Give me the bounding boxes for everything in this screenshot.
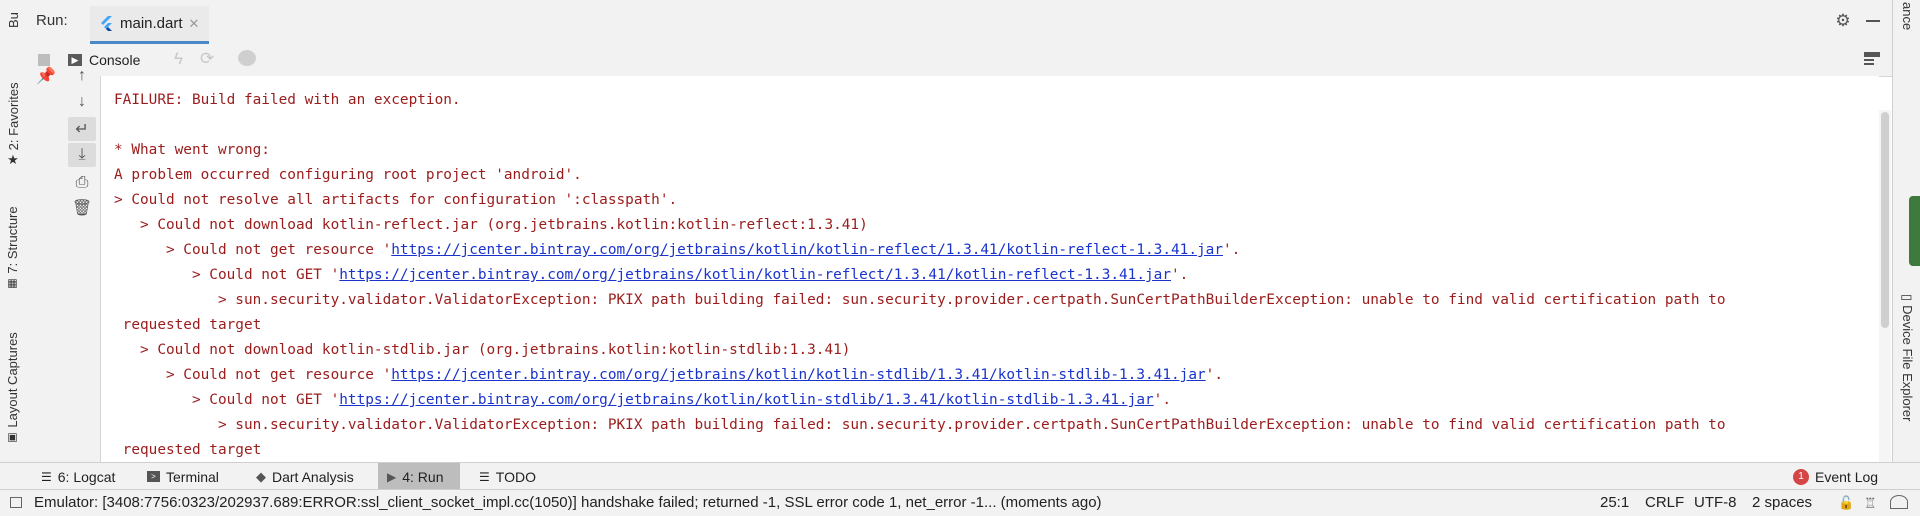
console-line-prefix: > Could not GET '	[114, 392, 340, 408]
console-line: > sun.security.validator.ValidatorExcept…	[114, 417, 1726, 433]
structure-label: 7: Structure	[5, 206, 20, 274]
bottom-tool-bar: ☰ 6: Logcat > Terminal ◆ Dart Analysis ▶…	[0, 462, 1920, 490]
terminal-label: Terminal	[166, 468, 219, 485]
print-icon[interactable]: ⎙	[68, 171, 96, 195]
console-link[interactable]: https://jcenter.bintray.com/org/jetbrain…	[391, 242, 1223, 258]
logcat-tab[interactable]: ☰ 6: Logcat	[32, 463, 124, 490]
event-log-tab[interactable]: 1 Event Log	[1784, 463, 1887, 490]
terminal-icon: >	[147, 471, 160, 482]
right-top-label: ance	[1900, 2, 1915, 31]
favorites-tool-tab[interactable]: ★ 2: Favorites	[5, 82, 21, 168]
run-tool-tab[interactable]: ▶ 4: Run	[378, 463, 460, 490]
console-link[interactable]: https://jcenter.bintray.com/org/jetbrain…	[339, 267, 1171, 283]
right-top-tool-tab[interactable]: ance	[1900, 2, 1915, 30]
console-output[interactable]: FAILURE: Build failed with an exception.…	[101, 76, 1879, 462]
indent-setting[interactable]: 2 spaces	[1752, 494, 1812, 511]
todo-label: TODO	[495, 468, 536, 485]
device-file-explorer-label: Device File Explorer	[1900, 305, 1915, 422]
console-line: > Could not GET 'https://jcenter.bintray…	[114, 263, 1188, 288]
terminal-tab[interactable]: > Terminal	[138, 463, 228, 490]
run-panel-header: Run: main.dart ✕ ⚙	[28, 0, 1892, 45]
build-tool-tab[interactable]: Bu	[6, 12, 21, 28]
structure-icon: ▦	[7, 277, 18, 290]
status-bar: Emulator: [3408:7756:0323/202937.689:ERR…	[0, 489, 1920, 516]
console-line-suffix: '.	[1205, 367, 1223, 383]
favorites-label: 2: Favorites	[5, 82, 21, 151]
lock-icon[interactable]: 🔓	[1838, 496, 1854, 509]
console-tab-label: Console	[89, 51, 141, 68]
trash-icon[interactable]: 🗑	[68, 196, 96, 220]
logcat-label: 6: Logcat	[57, 468, 116, 485]
dart-analysis-tab[interactable]: ◆ Dart Analysis	[247, 463, 363, 490]
arrow-up-icon[interactable]: ↑	[68, 64, 96, 88]
scroll-to-end-icon[interactable]: ⤓	[68, 143, 96, 167]
console-line-prefix: > Could not GET '	[114, 267, 340, 283]
run-side-toolbar: 📌	[28, 68, 65, 462]
console-link[interactable]: https://jcenter.bintray.com/org/jetbrain…	[339, 392, 1153, 408]
console-line: > Could not download kotlin-reflect.jar …	[114, 217, 868, 233]
run-tab-main-dart[interactable]: main.dart ✕	[90, 6, 210, 44]
console-link[interactable]: https://jcenter.bintray.com/org/jetbrain…	[391, 367, 1205, 383]
todo-icon: ☰	[479, 469, 490, 484]
left-tool-strip: Bu ★ 2: Favorites ▦ 7: Structure ▣ Layou…	[0, 0, 29, 488]
arrow-down-icon[interactable]: ↓	[68, 90, 96, 114]
inspector-icon[interactable]: ♖	[1864, 495, 1877, 512]
caret-position[interactable]: 25:1	[1600, 494, 1629, 511]
run-icon: ▶	[387, 469, 397, 484]
memory-icon[interactable]	[1890, 495, 1908, 509]
console-scrollbar-thumb[interactable]	[1881, 112, 1889, 328]
soft-wrap-icon[interactable]: ↵	[68, 117, 96, 141]
toggle-tool-windows-icon[interactable]	[10, 497, 22, 508]
console-line: A problem occurred configuring root proj…	[114, 167, 582, 183]
run-tool-label: 4: Run	[402, 468, 444, 485]
dart-analysis-label: Dart Analysis	[272, 468, 354, 485]
build-tool-label: Bu	[6, 12, 21, 28]
console-line: requested target	[114, 317, 262, 333]
star-icon: ★	[7, 152, 19, 168]
devtools-icon[interactable]	[238, 50, 256, 66]
layout-captures-tool-tab[interactable]: ▣ Layout Captures	[5, 332, 20, 444]
run-tab-label: main.dart	[120, 15, 183, 32]
layout-options-icon[interactable]	[1864, 52, 1880, 66]
right-tool-strip: ance ▯ Device File Explorer	[1892, 0, 1920, 488]
console-line: > Could not get resource 'https://jcente…	[114, 238, 1240, 263]
event-log-label: Event Log	[1815, 468, 1879, 485]
hot-reload-icon[interactable]: ϟ	[174, 49, 183, 69]
console-line: > Could not get resource 'https://jcente…	[114, 363, 1223, 388]
device-file-explorer-tab[interactable]: ▯ Device File Explorer	[1899, 294, 1915, 421]
phone-icon: ▯	[1900, 294, 1915, 302]
flutter-icon	[101, 15, 112, 31]
console-line: * What went wrong:	[114, 142, 270, 158]
close-icon[interactable]: ✕	[189, 16, 200, 32]
console-line-prefix: > Could not get resource '	[114, 367, 392, 383]
hot-restart-icon[interactable]: ⟳	[200, 49, 214, 69]
line-separator[interactable]: CRLF	[1645, 494, 1684, 511]
dart-icon: ◆	[256, 468, 266, 484]
console-line: > Could not resolve all artifacts for co…	[114, 192, 678, 208]
file-encoding[interactable]: UTF-8	[1694, 494, 1737, 511]
structure-tool-tab[interactable]: ▦ 7: Structure	[5, 206, 20, 290]
gear-icon[interactable]: ⚙	[1834, 11, 1852, 30]
console-line-suffix: '.	[1153, 392, 1171, 408]
pin-icon[interactable]: 📌	[32, 64, 60, 88]
console-side-toolbar: ↑ ↓ ↵ ⤓ ⎙ 🗑	[64, 67, 101, 462]
console-line: requested target	[114, 442, 262, 458]
console-line-suffix: '.	[1171, 267, 1189, 283]
layout-captures-label: Layout Captures	[5, 332, 20, 428]
console-line: > sun.security.validator.ValidatorExcept…	[114, 292, 1726, 308]
console-line: > Could not GET 'https://jcenter.bintray…	[114, 388, 1171, 413]
console-toolbar: ▶ Console ϟ ⟳	[28, 44, 1892, 77]
minimize-icon[interactable]	[1866, 20, 1880, 22]
console-line: FAILURE: Build failed with an exception.	[114, 92, 461, 108]
event-log-badge: 1	[1793, 468, 1809, 485]
status-message[interactable]: Emulator: [3408:7756:0323/202937.689:ERR…	[34, 494, 1102, 511]
memory-indicator	[1909, 196, 1920, 266]
camera-icon: ▣	[7, 431, 18, 444]
console-line-suffix: '.	[1222, 242, 1241, 258]
logcat-icon: ☰	[41, 469, 52, 484]
run-label: Run:	[36, 12, 68, 29]
console-line: > Could not download kotlin-stdlib.jar (…	[114, 342, 851, 358]
console-line-prefix: > Could not get resource '	[114, 242, 392, 258]
todo-tab[interactable]: ☰ TODO	[470, 463, 545, 490]
